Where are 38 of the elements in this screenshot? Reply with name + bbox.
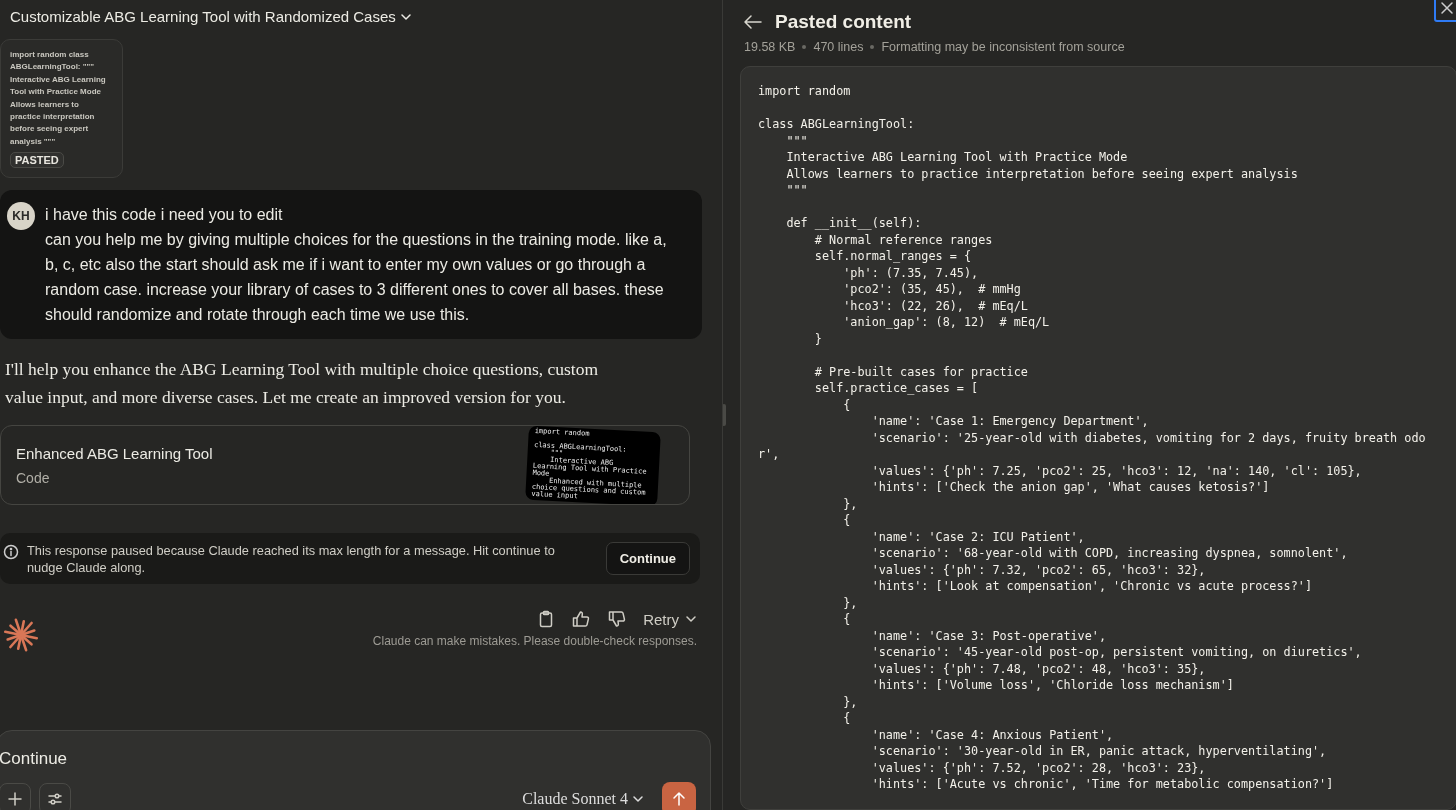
model-selector[interactable]: Claude Sonnet 4 xyxy=(522,790,644,808)
arrow-up-icon xyxy=(671,791,687,807)
artifact-type: Code xyxy=(16,470,51,487)
user-message-text: can you help me by giving multiple choices for the questions in the training mode. like a, b, c, etc also the start should ask me if i want to enter my own values or go through a random case. increase your library of cases to 3 different ones to cover all bases. these should randomize and rotate through each time we use this. xyxy=(45,230,668,326)
user-message-text: i have this code i need you to edit xyxy=(45,205,284,226)
attachment-preview-text: import random class ABGLearningTool: """ Interactive ABG Learning Tool with Practice Mode Allows learners to practice interpretation before seeing expert analysis """ xyxy=(10,49,107,148)
user-avatar: KH xyxy=(7,202,35,231)
panel-title: Pasted content xyxy=(775,11,912,33)
conversation-title[interactable]: Customizable ABG Learning Tool with Randomized Cases xyxy=(10,8,396,25)
composer-input-text[interactable]: Continue xyxy=(0,749,696,769)
notice-text: This response paused because Claude reached its max length for a message. Hit continue to nudge Claude along. xyxy=(27,541,556,576)
separator-dot xyxy=(870,45,875,49)
line-count: 470 lines xyxy=(813,40,864,54)
starburst-logo-icon xyxy=(4,618,38,653)
thumbs-up-icon[interactable] xyxy=(571,610,592,629)
chevron-down-icon xyxy=(632,793,644,805)
message-composer[interactable]: Continue Claude Sonnet 4 xyxy=(0,730,711,810)
back-button[interactable] xyxy=(743,14,763,30)
file-size: 19.58 KB xyxy=(744,40,796,54)
send-button[interactable] xyxy=(662,782,696,810)
artifact-title: Enhanced ABG Learning Tool xyxy=(16,445,213,463)
assistant-message-text: I'll help you enhance the ABG Learning Tool with multiple choice questions, custom value input, and more diverse cases. Let me create an improved version for you. xyxy=(5,358,600,410)
pasted-label: PASTED xyxy=(10,152,64,169)
tools-button[interactable] xyxy=(39,783,71,810)
disclaimer-text: Claude can make mistakes. Please double-check responses. xyxy=(372,634,697,649)
back-arrow-icon xyxy=(743,14,763,30)
formatting-note: Formatting may be inconsistent from source xyxy=(881,40,1125,54)
resize-handle[interactable] xyxy=(723,404,726,426)
code-text: import random class ABGLearningTool: """ Interactive ABG Learning Tool with Practice Mode Allows learners to practice interpretation before seeing expert analysis """ def __init__(self): # Normal reference ranges self.normal_ranges = { 'ph': (7.35, 7.45), 'pco2': (35, 45), # mmHg 'hco3': (22, 26), # mEq/L 'anion_gap': (8, 12) # mEq/L } # Pre-built cases for practice self.practice_cases = [ { 'name': 'Case 1: Emergency Department', 'scenario': '25-year-old with diabetes, vomiting for 2 days, fruity breath odo r', 'values': {'ph': 7.25, 'pco2': 25, 'hco3': 12, 'na': 140, 'cl': 105}, 'hints': ['Check the anion gap', 'What causes ketosis?'] }, { 'name': 'Case 2: ICU Patient', 'scenario': '68-year-old with COPD, increasing dyspnea, somnolent', 'values': {'ph': 7.32, 'pco2': 65, 'hco3': 32}, 'hints': ['Look at compensation', 'Chronic vs acute process?'] }, { 'name': 'Case 3: Post-operative', 'scenario': '45-year-old post-op, persistent vomiting, on diuretics', 'values': {'ph': 7.48, 'pco2': 48, 'hco3': 35}, 'hints': ['Volume loss', 'Chloride loss mechanism'] }, { 'name': 'Case 4: Anxious Patient', 'scenario': '30-year-old in ER, panic attack, hyperventilating', 'values': {'ph': 7.52, 'pco2': 28, 'hco3': 23}, 'hints': ['Acute vs chronic', 'Time for metabolic compensation?'] xyxy=(758,83,1427,793)
continue-button[interactable]: Continue xyxy=(605,542,690,576)
thumbs-down-icon[interactable] xyxy=(607,610,628,629)
plus-icon xyxy=(7,791,23,807)
close-icon xyxy=(1440,1,1454,15)
retry-button[interactable]: Retry xyxy=(643,610,697,628)
sliders-icon xyxy=(47,791,63,807)
separator-dot xyxy=(802,45,807,49)
pasted-attachment-card[interactable]: import random class ABGLearningTool: """ Interactive ABG Learning Tool with Practice Mode Allows learners to practice interpretation before seeing expert analysis """ PASTED xyxy=(0,39,123,179)
info-icon xyxy=(3,544,19,561)
